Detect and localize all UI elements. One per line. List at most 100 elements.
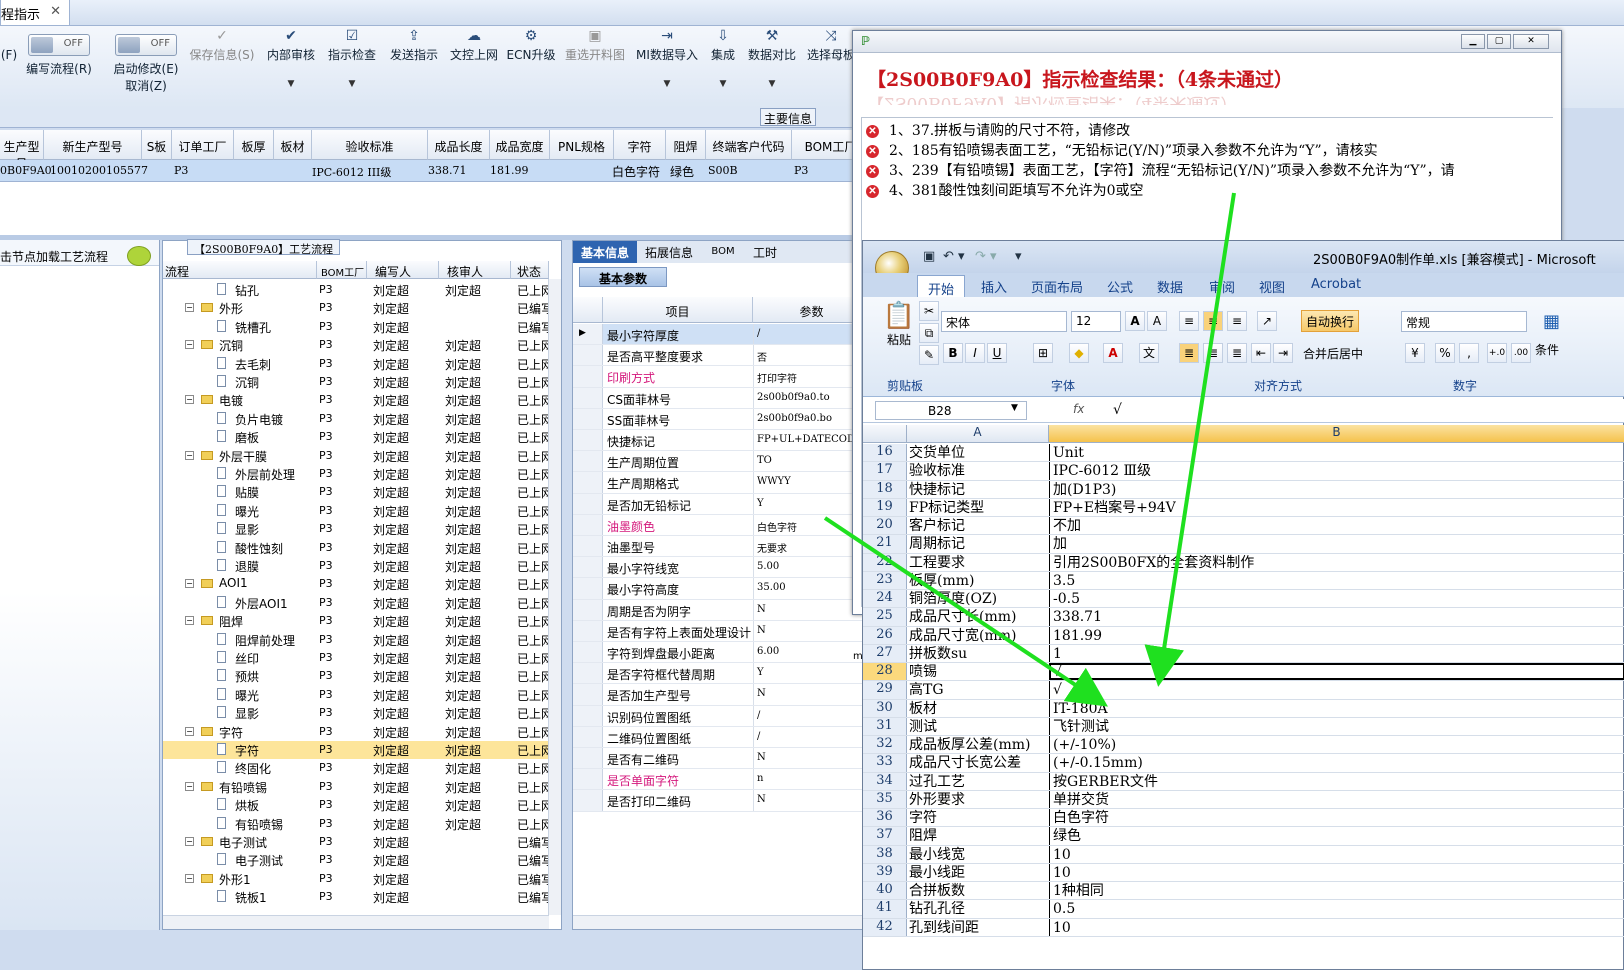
sheet-row[interactable]: 35 外形要求 单拼交货 [863,790,1624,809]
tree-row[interactable]: 去毛刺 P3 刘定超 刘定超 已上网 [163,355,549,373]
tab-bom[interactable]: BOM [701,241,745,263]
sheet-row[interactable]: 29 高TG √ [863,681,1624,700]
dropdown-arrow-icon[interactable]: ▼ [262,79,320,89]
tab-review[interactable]: 审阅 [1209,277,1235,296]
sheet-row[interactable]: 22 工程要求 引用2S00B0FX的全套资料制作 [863,553,1624,572]
tree-row[interactable]: 外层前处理 P3 刘定超 刘定超 已上网 [163,465,549,483]
cell-a[interactable]: 最小线距 [909,864,965,882]
row-number[interactable]: 19 [863,498,907,516]
tree-row[interactable]: − 阻焊 P3 刘定超 刘定超 已上网 [163,612,549,630]
paste-button[interactable]: 📋 粘贴 [873,301,925,348]
list-item[interactable]: ✕ 2、185有铅喷锡表面工艺，“无铅标记(Y/N)”项录入参数不允许为“Y”，请… [866,140,1378,160]
sheet-row[interactable]: 21 周期标记 加 [863,535,1624,554]
edit-flow-toggle[interactable]: OFF 编写流程(R) [22,28,96,77]
property-row[interactable]: 识别码位置图纸 / [573,705,871,727]
col-header[interactable]: 板厚 [234,130,274,160]
collapse-icon[interactable]: − [185,781,194,791]
col-header[interactable]: 字符 [614,130,666,160]
cell-a[interactable]: 高TG [909,681,944,699]
tree-row[interactable]: 字符 P3 刘定超 刘定超 已上网 [163,741,549,760]
property-value[interactable]: 否 [757,349,767,364]
reselect-cut-drawing-button[interactable]: ▣ 重选开料图 [560,28,630,63]
property-value[interactable]: 35.00 [757,582,786,593]
cell-b[interactable]: 按GERBER文件 [1053,773,1158,791]
conditional-format-label[interactable]: 条件 [1535,341,1559,358]
collapse-icon[interactable]: − [185,340,194,350]
cell-b[interactable]: IPC-6012 Ⅲ级 [1053,462,1151,480]
property-row[interactable]: 油墨颜色 白色字符 [573,514,871,536]
col-header[interactable]: 核审人 [439,261,511,279]
sheet-row[interactable]: 42 孔到线间距 10 [863,918,1624,937]
collapse-icon[interactable]: − [185,579,194,589]
row-number[interactable]: 38 [863,845,907,863]
property-row[interactable]: CS面菲林号 2s00b0f9a0.to [573,387,871,409]
sheet-row[interactable]: 27 拼板数su 1 [863,644,1624,663]
row-number[interactable]: 29 [863,681,907,699]
property-value[interactable]: 无要求 [757,540,787,555]
tree-row[interactable]: 有铅喷锡 P3 刘定超 刘定超 已上网 [163,815,549,833]
col-header[interactable]: 新生产型号 [44,130,142,160]
cell-a[interactable]: 板厚(mm) [909,572,974,590]
row-number[interactable]: 33 [863,754,907,772]
cell-a[interactable]: 周期标记 [909,535,965,553]
property-row[interactable]: 是否有字符上表面处理设计 N [573,620,871,642]
tab-basic-info[interactable]: 基本信息 [573,241,637,263]
property-value[interactable]: 6.00 [757,646,779,657]
property-value[interactable]: N [757,752,766,763]
customize-icon[interactable]: ▾ [1015,249,1022,264]
formula-input[interactable]: √ [1113,402,1122,418]
decrease-decimal-icon[interactable]: .00 [1511,343,1531,363]
cell-a[interactable]: 钻孔孔径 [909,900,965,918]
cell-b[interactable]: 加 [1053,535,1067,553]
cell-a[interactable]: 快捷标记 [909,481,965,499]
property-row[interactable]: 是否加生产型号 N [573,684,871,706]
property-row[interactable]: 是否打印二维码 N [573,790,871,812]
tree-row[interactable]: 铣槽孔 P3 刘定超 已编写 [163,318,549,336]
sheet-row[interactable]: 18 快捷标记 加(D1P3) [863,480,1624,499]
row-number[interactable]: 31 [863,717,907,735]
property-value[interactable]: / [757,710,760,721]
cell-a[interactable]: 合拼板数 [909,882,965,900]
conditional-format-icon[interactable]: ▦ [1543,311,1560,332]
cell-a[interactable]: 成品板厚公差(mm) [909,736,1030,754]
cell-a[interactable]: 喷锡 [909,663,937,681]
send-instruction-button[interactable]: ⇪ 发送指示 [386,28,442,63]
format-painter-icon[interactable]: ✎ [919,345,939,365]
tab-work-hours[interactable]: 工时 [745,241,785,263]
property-value[interactable]: WWYY [757,476,791,487]
dropdown-arrow-icon[interactable]: ▼ [706,79,740,89]
percent-icon[interactable]: % [1435,343,1455,363]
collapse-icon[interactable]: − [185,726,194,736]
collapse-icon[interactable]: − [185,837,194,846]
property-value[interactable]: FP+UL+DATECODE [757,434,862,445]
tree-row[interactable]: 阻焊前处理 P3 刘定超 刘定超 已上网 [163,631,549,649]
currency-icon[interactable]: ¥ [1405,343,1425,363]
row-number[interactable]: 37 [863,827,907,845]
col-header-a[interactable]: A [907,425,1049,443]
toggle-switch[interactable]: OFF [28,34,90,56]
vertical-scrollbar[interactable] [548,279,561,915]
check-instruction-button[interactable]: ☑ 指示检查 ▼ [324,28,380,89]
collapse-icon[interactable]: − [185,395,194,405]
shrink-font-icon[interactable]: A [1147,311,1167,331]
cell-a[interactable]: 验收标准 [909,462,965,480]
property-value[interactable]: TO [757,455,772,466]
tree-row[interactable]: 烘板 P3 刘定超 刘定超 已上网 [163,796,549,814]
save-icon[interactable]: ▣ [923,249,935,264]
col-header[interactable]: 流程 [163,261,317,279]
select-mother-board-button[interactable]: ⤨ 选择母板 [806,28,856,63]
cell-b[interactable]: (+/-0.15mm) [1053,754,1143,772]
col-header-b[interactable]: B [1049,425,1624,443]
undo-icon[interactable]: ↶ ▾ [943,249,965,264]
cell-b[interactable]: 绿色 [1053,827,1081,845]
sheet-row[interactable]: 17 验收标准 IPC-6012 Ⅲ级 [863,462,1624,481]
col-header[interactable]: 项目 [603,297,753,323]
font-size-select[interactable]: 12 [1071,311,1121,332]
property-row[interactable]: 字符到焊盘最小距离 6.00 [573,642,871,664]
tab-page-layout[interactable]: 页面布局 [1031,277,1083,296]
sheet-row[interactable]: 24 铜箔厚度(OZ) -0.5 [863,590,1624,609]
cell-a[interactable]: 交货单位 [909,444,965,462]
col-header[interactable]: 验收标准 [312,130,428,160]
property-row[interactable]: 是否字符框代替周期 Y [573,663,871,685]
row-number[interactable]: 42 [863,918,907,936]
